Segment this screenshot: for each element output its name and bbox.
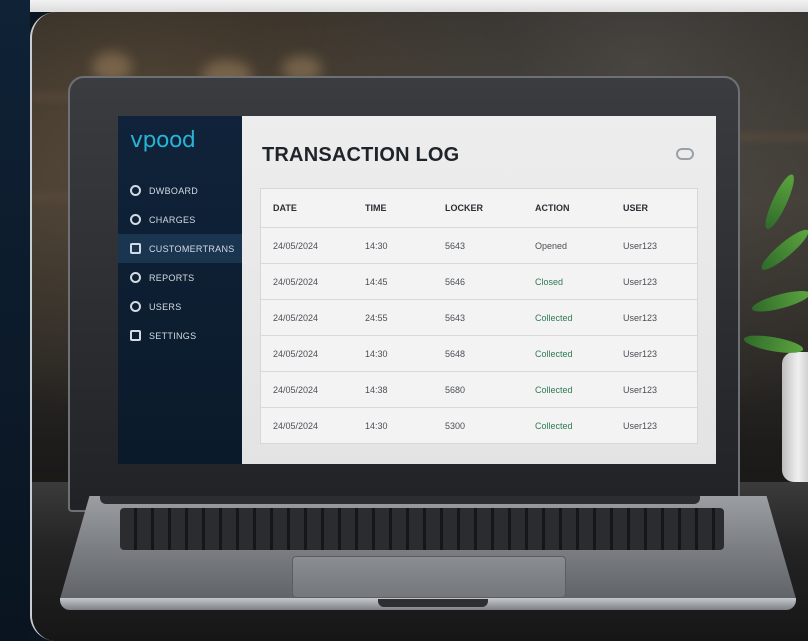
cell-action: Collected	[535, 420, 573, 431]
cell-date: 24/05/2024	[273, 420, 319, 431]
page-title: TRANSACTION LOG	[262, 144, 460, 166]
sidebar-item-charges[interactable]: CHARGES	[118, 205, 242, 234]
cell-user: User123	[623, 420, 658, 431]
cell-locker: 5643	[445, 240, 466, 251]
sidebar: vpood DWBOARD CHARGES CUSTOMERTRANS REPO…	[118, 116, 242, 464]
table-row[interactable]: 24/05/2024 14:30 5643 Opened User123	[261, 228, 697, 264]
column-header-date[interactable]: DATE	[261, 203, 365, 213]
sidebar-item-users[interactable]: USERS	[118, 292, 242, 321]
sidebar-item-label: DWBOARD	[149, 185, 199, 196]
sidebar-item-settings[interactable]: SETTINGS	[118, 321, 242, 350]
cell-time: 14:38	[365, 384, 388, 395]
plant-leaf	[750, 286, 808, 316]
cell-time: 14:30	[365, 348, 388, 359]
column-header-user[interactable]: USER	[623, 203, 695, 213]
laptop-trackpad	[292, 556, 566, 598]
main-content: TRANSACTION LOG DATE TIME LOCKER ACTION …	[242, 116, 716, 464]
top-frame-band	[0, 0, 808, 12]
cell-time: 14:45	[365, 276, 388, 287]
column-header-locker[interactable]: LOCKER	[445, 203, 535, 213]
charges-icon	[130, 214, 141, 225]
table-header-row: DATE TIME LOCKER ACTION USER	[261, 189, 697, 228]
app-logo[interactable]: vpood	[130, 128, 196, 153]
plant-leaf	[760, 171, 799, 232]
cell-action: Closed	[535, 276, 564, 287]
column-header-time[interactable]: TIME	[365, 203, 445, 213]
column-header-action[interactable]: ACTION	[535, 203, 623, 213]
sidebar-item-label: CHARGES	[149, 214, 196, 225]
table-row[interactable]: 24/05/2024 24:55 5643 Collected User123	[261, 300, 697, 336]
cell-date: 24/05/2024	[273, 276, 319, 287]
table-row[interactable]: 24/05/2024 14:45 5646 Closed User123	[261, 264, 697, 300]
cell-user: User123	[623, 312, 658, 323]
sidebar-item-reports[interactable]: REPORTS	[118, 263, 242, 292]
cell-action: Collected	[535, 348, 573, 359]
laptop-keyboard	[120, 508, 724, 550]
cell-date: 24/05/2024	[273, 240, 319, 251]
cell-date: 24/05/2024	[273, 384, 319, 395]
sidebar-item-dashboard[interactable]: DWBOARD	[118, 176, 242, 205]
table-row[interactable]: 24/05/2024 14:30 5300 Collected User123	[261, 408, 697, 443]
plant-leaf	[757, 225, 808, 275]
cell-action: Collected	[535, 384, 573, 395]
transaction-table: DATE TIME LOCKER ACTION USER 24/05/2024 …	[260, 188, 698, 444]
sidebar-item-label: CUSTOMERTRANS	[149, 243, 235, 254]
table-row[interactable]: 24/05/2024 14:30 5648 Collected User123	[261, 336, 697, 372]
cell-user: User123	[623, 240, 658, 251]
cell-action: Opened	[535, 240, 568, 251]
cell-locker: 5646	[445, 276, 466, 287]
cell-locker: 5643	[445, 312, 466, 323]
cell-time: 14:30	[365, 240, 388, 251]
cell-user: User123	[623, 276, 658, 287]
sidebar-item-label: USERS	[149, 301, 182, 312]
cell-action: Collected	[535, 312, 573, 323]
laptop-hinge	[100, 496, 700, 504]
cell-time: 24:55	[365, 312, 388, 323]
cell-time: 14:30	[365, 420, 388, 431]
sidebar-item-label: REPORTS	[149, 272, 195, 283]
users-icon	[130, 301, 141, 312]
link-icon[interactable]	[676, 148, 694, 160]
cell-user: User123	[623, 348, 658, 359]
cell-date: 24/05/2024	[273, 348, 319, 359]
cell-user: User123	[623, 384, 658, 395]
plant-leaf	[742, 332, 805, 357]
cell-date: 24/05/2024	[273, 312, 319, 323]
plant-pot	[782, 352, 808, 482]
table-row[interactable]: 24/05/2024 14:38 5680 Collected User123	[261, 372, 697, 408]
cell-locker: 5300	[445, 420, 466, 431]
reports-icon	[130, 272, 141, 283]
cell-locker: 5648	[445, 348, 466, 359]
dashboard-icon	[130, 185, 141, 196]
settings-icon	[130, 330, 141, 341]
left-frame-band	[0, 0, 30, 641]
cell-locker: 5680	[445, 384, 466, 395]
laptop-screen: vpood DWBOARD CHARGES CUSTOMERTRANS REPO…	[118, 116, 716, 464]
sidebar-item-label: SETTINGS	[149, 330, 197, 341]
transactions-icon	[130, 243, 141, 254]
sidebar-item-transactions[interactable]: CUSTOMERTRANS	[118, 234, 242, 263]
laptop-front-notch	[378, 599, 488, 607]
sidebar-nav: DWBOARD CHARGES CUSTOMERTRANS REPORTS US…	[118, 176, 242, 350]
